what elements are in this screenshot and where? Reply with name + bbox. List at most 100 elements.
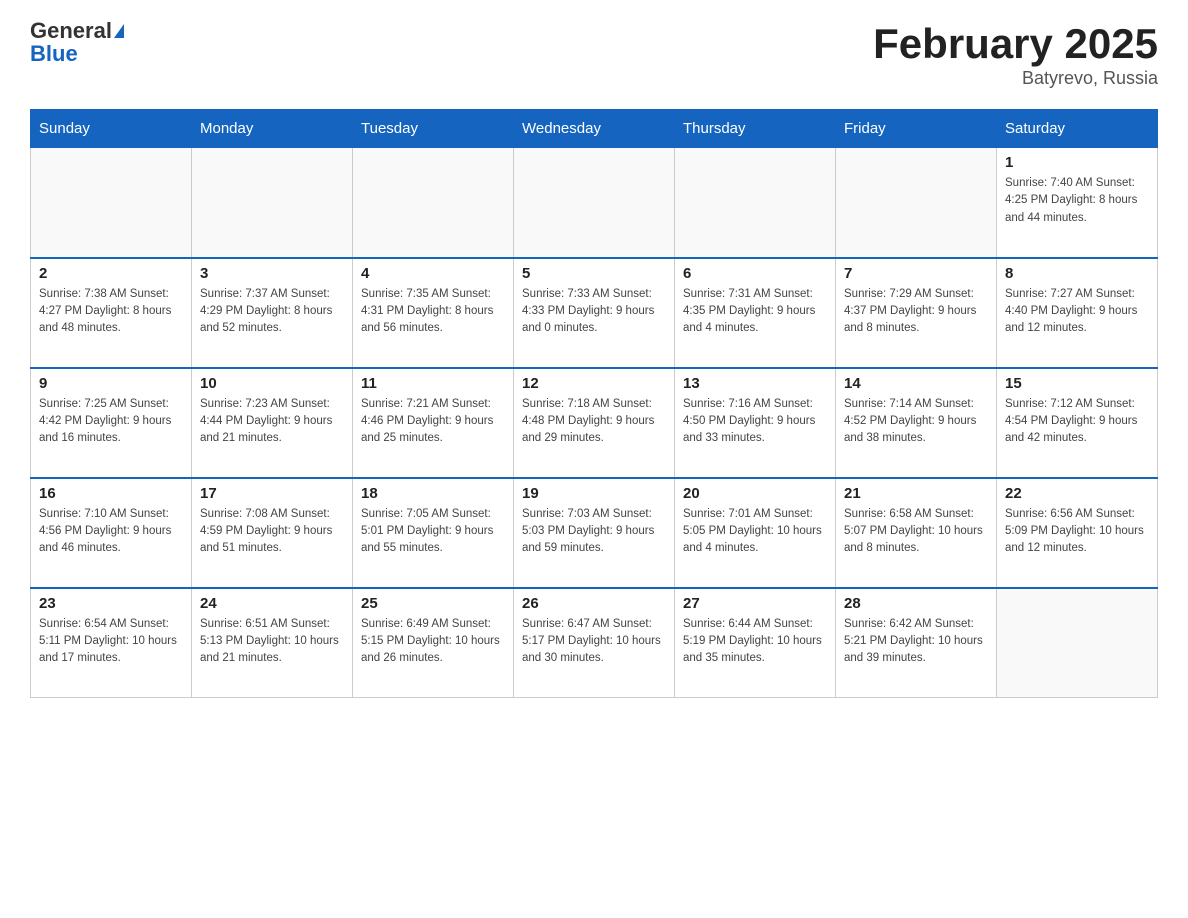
day-info: Sunrise: 6:49 AM Sunset: 5:15 PM Dayligh… <box>361 616 505 668</box>
day-info: Sunrise: 7:14 AM Sunset: 4:52 PM Dayligh… <box>844 396 988 448</box>
day-info: Sunrise: 7:29 AM Sunset: 4:37 PM Dayligh… <box>844 286 988 338</box>
day-number: 24 <box>200 595 344 612</box>
day-number: 6 <box>683 265 827 282</box>
calendar-week-row: 9 Sunrise: 7:25 AM Sunset: 4:42 PM Daylig… <box>31 368 1158 478</box>
month-title: February 2025 <box>873 20 1158 68</box>
title-area: February 2025 Batyrevo, Russia <box>873 20 1158 89</box>
logo-triangle-icon <box>114 24 124 38</box>
calendar-cell: 3 Sunrise: 7:37 AM Sunset: 4:29 PM Daylig… <box>192 258 353 368</box>
day-number: 2 <box>39 265 183 282</box>
day-number: 15 <box>1005 375 1149 392</box>
calendar-cell: 2 Sunrise: 7:38 AM Sunset: 4:27 PM Daylig… <box>31 258 192 368</box>
day-info: Sunrise: 6:42 AM Sunset: 5:21 PM Dayligh… <box>844 616 988 668</box>
day-number: 11 <box>361 375 505 392</box>
calendar-cell <box>514 148 675 258</box>
calendar-cell: 20 Sunrise: 7:01 AM Sunset: 5:05 PM Dayli… <box>675 478 836 588</box>
calendar-cell <box>192 148 353 258</box>
day-number: 22 <box>1005 485 1149 502</box>
day-info: Sunrise: 7:18 AM Sunset: 4:48 PM Dayligh… <box>522 396 666 448</box>
day-info: Sunrise: 6:56 AM Sunset: 5:09 PM Dayligh… <box>1005 506 1149 558</box>
day-info: Sunrise: 6:44 AM Sunset: 5:19 PM Dayligh… <box>683 616 827 668</box>
day-number: 18 <box>361 485 505 502</box>
day-number: 26 <box>522 595 666 612</box>
calendar-cell: 11 Sunrise: 7:21 AM Sunset: 4:46 PM Dayli… <box>353 368 514 478</box>
logo: General Blue <box>30 20 124 66</box>
day-info: Sunrise: 7:03 AM Sunset: 5:03 PM Dayligh… <box>522 506 666 558</box>
calendar-cell <box>836 148 997 258</box>
calendar-cell: 4 Sunrise: 7:35 AM Sunset: 4:31 PM Daylig… <box>353 258 514 368</box>
day-number: 25 <box>361 595 505 612</box>
day-info: Sunrise: 7:05 AM Sunset: 5:01 PM Dayligh… <box>361 506 505 558</box>
day-number: 1 <box>1005 154 1149 171</box>
calendar-cell: 13Sunrise: 7:16 AM Sunset: 4:50 PM Dayli… <box>675 368 836 478</box>
day-number: 19 <box>522 485 666 502</box>
calendar-cell: 25 Sunrise: 6:49 AM Sunset: 5:15 PM Dayli… <box>353 588 514 698</box>
calendar-week-row: 23 Sunrise: 6:54 AM Sunset: 5:11 PM Dayli… <box>31 588 1158 698</box>
day-info: Sunrise: 7:12 AM Sunset: 4:54 PM Dayligh… <box>1005 396 1149 448</box>
day-number: 9 <box>39 375 183 392</box>
day-info: Sunrise: 7:35 AM Sunset: 4:31 PM Dayligh… <box>361 286 505 338</box>
day-number: 23 <box>39 595 183 612</box>
calendar-week-row: 2 Sunrise: 7:38 AM Sunset: 4:27 PM Daylig… <box>31 258 1158 368</box>
calendar-cell: 1 Sunrise: 7:40 AM Sunset: 4:25 PM Daylig… <box>997 148 1158 258</box>
day-info: Sunrise: 6:54 AM Sunset: 5:11 PM Dayligh… <box>39 616 183 668</box>
day-info: Sunrise: 6:47 AM Sunset: 5:17 PM Dayligh… <box>522 616 666 668</box>
calendar-cell: 21 Sunrise: 6:58 AM Sunset: 5:07 PM Dayli… <box>836 478 997 588</box>
day-info: Sunrise: 6:51 AM Sunset: 5:13 PM Dayligh… <box>200 616 344 668</box>
calendar-cell: 5Sunrise: 7:33 AM Sunset: 4:33 PM Daylig… <box>514 258 675 368</box>
location: Batyrevo, Russia <box>873 68 1158 89</box>
day-of-week-header: Tuesday <box>353 110 514 148</box>
calendar-cell: 12 Sunrise: 7:18 AM Sunset: 4:48 PM Dayli… <box>514 368 675 478</box>
calendar-cell <box>997 588 1158 698</box>
day-of-week-header: Thursday <box>675 110 836 148</box>
day-info: Sunrise: 7:16 AM Sunset: 4:50 PM Dayligh… <box>683 396 827 448</box>
day-number: 27 <box>683 595 827 612</box>
calendar-cell: 10Sunrise: 7:23 AM Sunset: 4:44 PM Dayli… <box>192 368 353 478</box>
day-number: 8 <box>1005 265 1149 282</box>
day-info: Sunrise: 7:21 AM Sunset: 4:46 PM Dayligh… <box>361 396 505 448</box>
day-info: Sunrise: 6:58 AM Sunset: 5:07 PM Dayligh… <box>844 506 988 558</box>
day-number: 16 <box>39 485 183 502</box>
calendar-cell: 17Sunrise: 7:08 AM Sunset: 4:59 PM Dayli… <box>192 478 353 588</box>
calendar-cell: 23 Sunrise: 6:54 AM Sunset: 5:11 PM Dayli… <box>31 588 192 698</box>
day-of-week-header: Wednesday <box>514 110 675 148</box>
calendar-cell: 27 Sunrise: 6:44 AM Sunset: 5:19 PM Dayli… <box>675 588 836 698</box>
calendar-cell: 7 Sunrise: 7:29 AM Sunset: 4:37 PM Daylig… <box>836 258 997 368</box>
calendar-cell: 24 Sunrise: 6:51 AM Sunset: 5:13 PM Dayli… <box>192 588 353 698</box>
calendar-cell <box>353 148 514 258</box>
day-of-week-header: Sunday <box>31 110 192 148</box>
calendar-table: SundayMondayTuesdayWednesdayThursdayFrid… <box>30 109 1158 698</box>
day-number: 14 <box>844 375 988 392</box>
day-of-week-header: Monday <box>192 110 353 148</box>
day-info: Sunrise: 7:08 AM Sunset: 4:59 PM Dayligh… <box>200 506 344 558</box>
day-number: 21 <box>844 485 988 502</box>
calendar-cell: 9 Sunrise: 7:25 AM Sunset: 4:42 PM Daylig… <box>31 368 192 478</box>
calendar-cell: 6 Sunrise: 7:31 AM Sunset: 4:35 PM Daylig… <box>675 258 836 368</box>
day-info: Sunrise: 7:31 AM Sunset: 4:35 PM Dayligh… <box>683 286 827 338</box>
day-info: Sunrise: 7:01 AM Sunset: 5:05 PM Dayligh… <box>683 506 827 558</box>
day-number: 5 <box>522 265 666 282</box>
day-number: 12 <box>522 375 666 392</box>
day-info: Sunrise: 7:38 AM Sunset: 4:27 PM Dayligh… <box>39 286 183 338</box>
logo-wordmark: General <box>30 20 124 43</box>
calendar-cell: 15 Sunrise: 7:12 AM Sunset: 4:54 PM Dayli… <box>997 368 1158 478</box>
day-info: Sunrise: 7:27 AM Sunset: 4:40 PM Dayligh… <box>1005 286 1149 338</box>
day-number: 10 <box>200 375 344 392</box>
day-info: Sunrise: 7:10 AM Sunset: 4:56 PM Dayligh… <box>39 506 183 558</box>
day-number: 4 <box>361 265 505 282</box>
calendar-cell: 28Sunrise: 6:42 AM Sunset: 5:21 PM Dayli… <box>836 588 997 698</box>
calendar-cell: 14 Sunrise: 7:14 AM Sunset: 4:52 PM Dayli… <box>836 368 997 478</box>
day-info: Sunrise: 7:37 AM Sunset: 4:29 PM Dayligh… <box>200 286 344 338</box>
logo-general-text: General <box>30 18 112 43</box>
day-of-week-header: Saturday <box>997 110 1158 148</box>
logo-blue-text: Blue <box>30 43 78 66</box>
day-info: Sunrise: 7:40 AM Sunset: 4:25 PM Dayligh… <box>1005 175 1149 227</box>
calendar-cell: 18 Sunrise: 7:05 AM Sunset: 5:01 PM Dayli… <box>353 478 514 588</box>
logo-blue-label: Blue <box>30 41 78 66</box>
day-number: 20 <box>683 485 827 502</box>
day-number: 3 <box>200 265 344 282</box>
day-number: 7 <box>844 265 988 282</box>
calendar-cell: 19 Sunrise: 7:03 AM Sunset: 5:03 PM Dayli… <box>514 478 675 588</box>
calendar-week-row: 1 Sunrise: 7:40 AM Sunset: 4:25 PM Daylig… <box>31 148 1158 258</box>
day-info: Sunrise: 7:25 AM Sunset: 4:42 PM Dayligh… <box>39 396 183 448</box>
